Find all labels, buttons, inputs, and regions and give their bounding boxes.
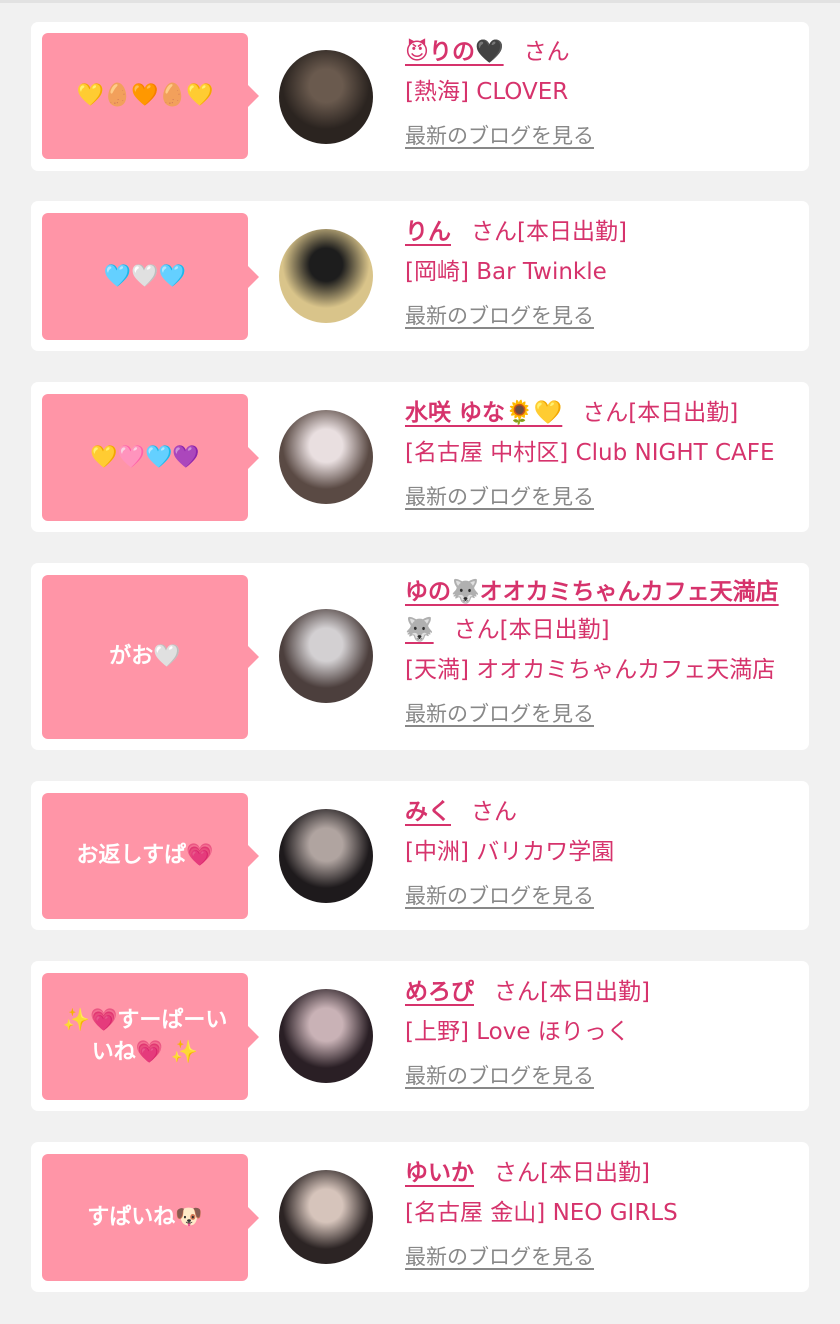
message-bubble: 💛🥚🧡🥚💛 [42,33,259,159]
honorific: さん [494,1160,540,1186]
status-badge: [本日出勤] [628,400,739,426]
avatar[interactable] [279,50,373,144]
shop-name: [熱海] CLOVER [405,79,569,105]
cast-name-link[interactable]: りん [405,219,451,245]
list-item: がお🤍 ゆの🐺オオカミちゃんカフェ天満店🐺 さん[本日出勤] [天満] オオカミち… [31,563,809,750]
cast-name-link[interactable]: めろぴ [405,979,474,1005]
blog-link[interactable]: 最新のブログを見る [405,482,594,512]
message-text: がお🤍 [109,644,181,669]
blog-link[interactable]: 最新のブログを見る [405,881,594,911]
avatar[interactable] [279,989,373,1083]
message-text: 💛🥚🧡🥚💛 [76,83,214,108]
cast-name-link[interactable]: 😈りの🖤 [405,39,504,65]
message-bubble: すぱいね🐶 [42,1154,259,1281]
honorific: さん [453,617,500,643]
list-item: お返しすぱ💗 みく さん [中洲] バリカワ学園 最新のブログを見る [31,781,809,930]
shop-name: [上野] Love ほりっく [405,1019,630,1045]
list-item: すぱいね🐶 ゆいか さん[本日出勤] [名古屋 金山] NEO GIRLS 最新の… [31,1142,809,1292]
message-text: 💛🩷🩵💜 [90,444,200,470]
status-badge: [本日出勤] [540,979,650,1005]
message-bubble: お返しすぱ💗 [42,793,259,919]
message-text: お返しすぱ💗 [76,843,214,868]
blog-link[interactable]: 最新のブログを見る [405,121,594,151]
message-bubble: がお🤍 [42,575,259,739]
message-text: 🩵🤍🩵 [103,263,187,289]
cast-name-link[interactable]: みく [405,799,451,825]
list-item: ✨💗すーぱーいいね💗 ✨ めろぴ さん[本日出勤] [上野] Love ほりっく … [31,961,809,1111]
cast-name-link[interactable]: 水咲 ゆな🌻💛 [405,400,562,426]
shop-name: [名古屋 中村区] Club NIGHT CAFE [405,440,775,466]
avatar[interactable] [279,609,373,703]
blog-link[interactable]: 最新のブログを見る [405,1242,594,1272]
honorific: さん [471,799,517,825]
avatar[interactable] [279,229,373,323]
honorific: さん [523,39,570,65]
cast-name-link[interactable]: ゆいか [405,1160,474,1186]
honorific: さん [582,400,629,426]
message-bubble: 🩵🤍🩵 [42,213,259,340]
avatar[interactable] [279,809,373,903]
avatar[interactable] [279,1170,373,1264]
message-text: ✨💗すーぱーいいね💗 ✨ [62,1007,228,1065]
shop-name: [名古屋 金山] NEO GIRLS [405,1200,678,1226]
blog-link[interactable]: 最新のブログを見る [405,301,594,331]
honorific: さん [471,219,517,245]
list-item: 💛🥚🧡🥚💛 😈りの🖤 さん [熱海] CLOVER 最新のブログを見る [31,22,809,171]
shop-name: [岡崎] Bar Twinkle [405,259,607,285]
list-item: 🩵🤍🩵 りん さん[本日出勤] [岡崎] Bar Twinkle 最新のブログを見… [31,201,809,351]
status-badge: [本日出勤] [540,1160,650,1186]
list-item: 💛🩷🩵💜 水咲 ゆな🌻💛 さん[本日出勤] [名古屋 中村区] Club NIGH… [31,382,809,532]
blog-link[interactable]: 最新のブログを見る [405,1061,594,1091]
avatar[interactable] [279,410,373,504]
status-badge: [本日出勤] [517,219,627,245]
shop-name: [天満] オオカミちゃんカフェ天満店 [405,657,776,683]
honorific: さん [494,979,540,1005]
message-text: すぱいね🐶 [87,1204,203,1230]
status-badge: [本日出勤] [499,617,610,643]
shop-name: [中洲] バリカワ学園 [405,839,615,865]
blog-link[interactable]: 最新のブログを見る [405,699,594,729]
message-bubble: ✨💗すーぱーいいね💗 ✨ [42,973,259,1100]
message-bubble: 💛🩷🩵💜 [42,394,259,521]
